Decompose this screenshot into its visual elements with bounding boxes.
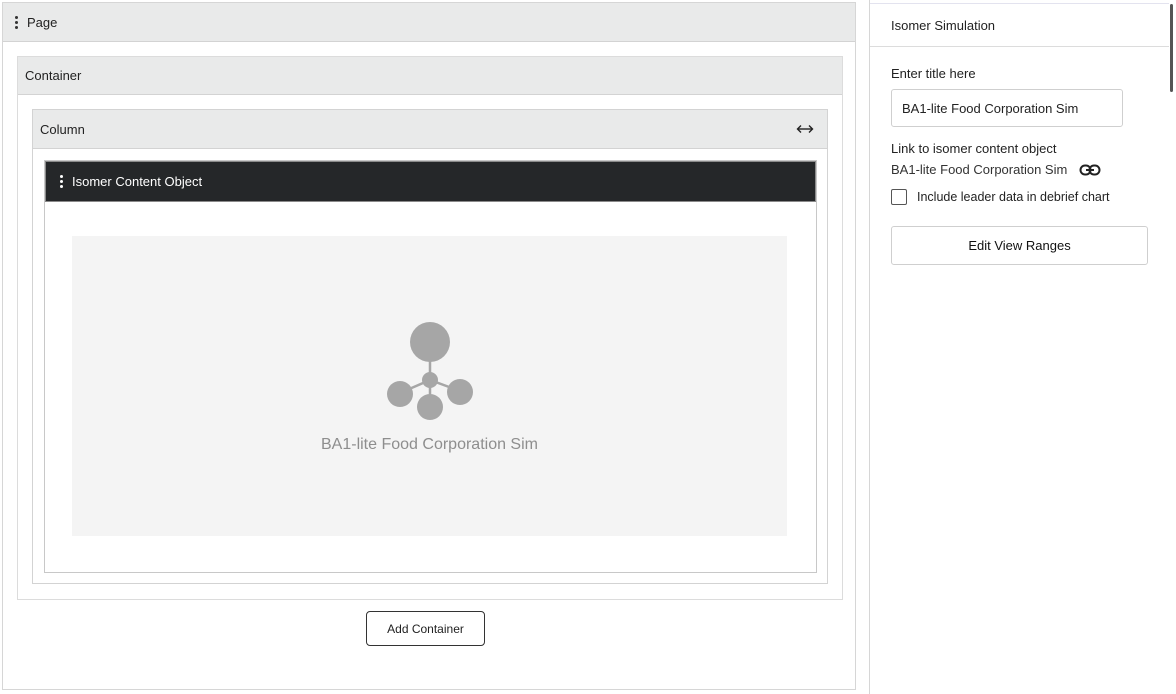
column-label: Column bbox=[40, 121, 85, 137]
title-field-label: Enter title here bbox=[891, 66, 976, 81]
linked-content-object: BA1-lite Food Corporation Sim bbox=[891, 162, 1101, 177]
include-leader-data-label: Include leader data in debrief chart bbox=[917, 190, 1110, 204]
link-field-label: Link to isomer content object bbox=[891, 141, 1057, 156]
page-label: Page bbox=[27, 14, 58, 30]
content-object-header[interactable]: Isomer Content Object bbox=[45, 161, 816, 202]
simulation-preview[interactable]: BA1-lite Food Corporation Sim bbox=[72, 236, 787, 536]
add-container-button[interactable]: Add Container bbox=[366, 611, 485, 646]
panel-title: Isomer Simulation bbox=[870, 4, 1169, 47]
properties-panel: Isomer Simulation Enter title here Link … bbox=[869, 0, 1169, 694]
link-icon[interactable] bbox=[1079, 163, 1101, 177]
page-menu-kebab-icon[interactable] bbox=[13, 15, 21, 29]
container-block: Container Column Isomer Content Object B… bbox=[17, 56, 843, 600]
page-block: Page Container Column Isomer Content Obj… bbox=[2, 2, 856, 690]
isomer-simulation-icon bbox=[387, 322, 473, 420]
container-header[interactable]: Container bbox=[18, 57, 842, 95]
title-input[interactable] bbox=[891, 89, 1123, 127]
edit-view-ranges-button[interactable]: Edit View Ranges bbox=[891, 226, 1148, 265]
column-block: Column Isomer Content Object BA1-lite Fo… bbox=[32, 109, 828, 584]
include-leader-data-checkbox[interactable] bbox=[891, 189, 907, 205]
include-leader-data-option[interactable]: Include leader data in debrief chart bbox=[891, 189, 1110, 205]
content-object-label: Isomer Content Object bbox=[72, 174, 203, 189]
preview-title: BA1-lite Food Corporation Sim bbox=[321, 436, 538, 453]
object-menu-kebab-icon[interactable] bbox=[58, 175, 66, 188]
page-header[interactable]: Page bbox=[3, 3, 855, 42]
panel-scrollbar[interactable] bbox=[1169, 0, 1176, 694]
linked-object-name: BA1-lite Food Corporation Sim bbox=[891, 162, 1068, 177]
scrollbar-thumb[interactable] bbox=[1170, 4, 1173, 92]
column-header[interactable]: Column bbox=[33, 110, 827, 149]
content-object-block[interactable]: Isomer Content Object BA1-lite Food Corp… bbox=[44, 160, 817, 573]
horizontal-resize-icon[interactable] bbox=[795, 123, 815, 135]
container-label: Container bbox=[25, 68, 82, 83]
